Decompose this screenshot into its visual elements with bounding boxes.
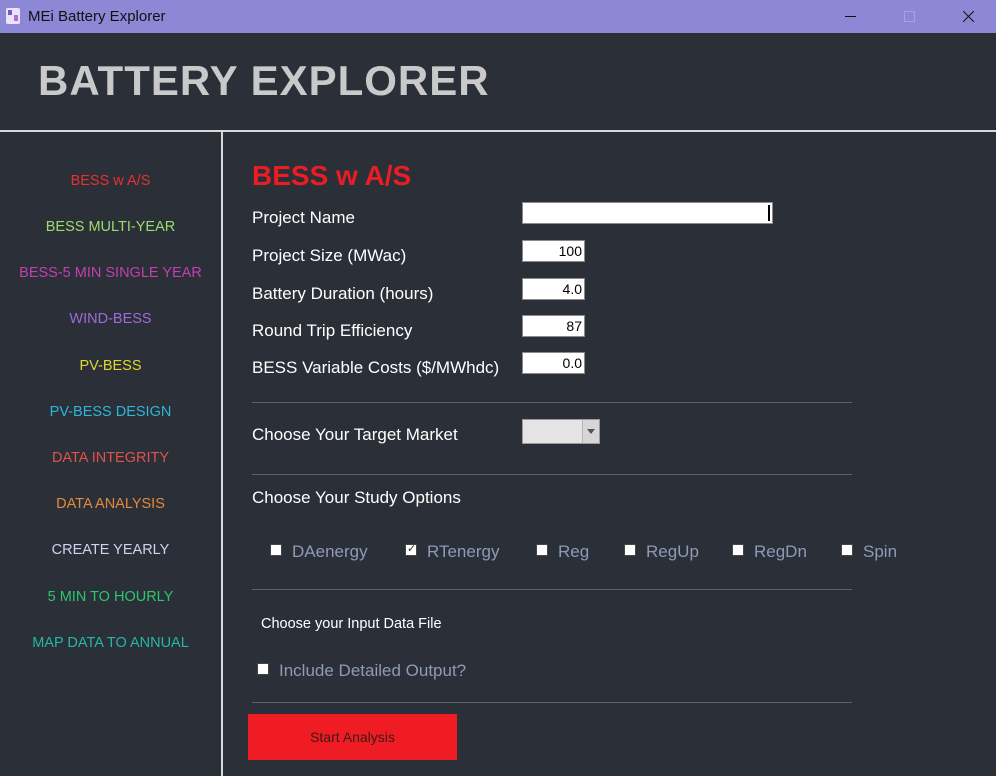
chevron-down-icon[interactable] (582, 420, 599, 443)
study-options-label: Choose Your Study Options (252, 488, 461, 507)
nav-item-wind-bess[interactable]: WIND-BESS (0, 311, 221, 327)
divider (252, 589, 852, 590)
start-analysis-button[interactable]: Start Analysis (248, 714, 457, 760)
variable-costs-label: BESS Variable Costs ($/MWhdc) (252, 358, 500, 377)
variable-costs-input[interactable]: 0.0 (522, 352, 585, 374)
window-title: MEi Battery Explorer (28, 8, 166, 25)
app-icon (6, 8, 20, 24)
divider (252, 402, 852, 403)
text-caret (768, 205, 770, 221)
target-market-select[interactable] (522, 419, 600, 444)
daenergy-checkbox[interactable] (270, 544, 282, 556)
close-button[interactable] (938, 0, 996, 33)
minimize-button[interactable] (820, 0, 878, 33)
battery-duration-input[interactable]: 4.0 (522, 278, 585, 300)
divider (252, 702, 852, 703)
reg-checkbox[interactable] (536, 544, 548, 556)
section-title: BESS w A/S (252, 160, 412, 191)
detailed-output-label: Include Detailed Output? (279, 661, 467, 680)
nav-item-create-yearly[interactable]: CREATE YEARLY (0, 542, 221, 558)
regup-label: RegUp (646, 542, 699, 561)
rtenergy-checkbox[interactable] (405, 542, 417, 556)
nav-item-data-integrity[interactable]: DATA INTEGRITY (0, 450, 221, 466)
regup-checkbox[interactable] (624, 544, 636, 556)
regdn-label: RegDn (754, 542, 807, 561)
input-data-file-button[interactable]: Choose your Input Data File (261, 616, 442, 632)
header-divider (0, 130, 996, 132)
project-name-input[interactable] (522, 202, 773, 224)
sidebar-divider (221, 131, 223, 776)
nav-item-pv-bess-design[interactable]: PV-BESS DESIGN (0, 404, 221, 420)
battery-duration-label: Battery Duration (hours) (252, 284, 434, 303)
nav-item-bess-multi-year[interactable]: BESS MULTI-YEAR (0, 219, 221, 235)
reg-label: Reg (558, 542, 590, 561)
daenergy-label: DAenergy (292, 542, 368, 561)
spin-checkbox[interactable] (841, 544, 853, 556)
project-size-input[interactable]: 100 (522, 240, 585, 262)
round-trip-efficiency-label: Round Trip Efficiency (252, 321, 413, 340)
nav-item-bess-w-as[interactable]: BESS w A/S (0, 173, 221, 189)
detailed-output-checkbox[interactable] (257, 663, 269, 675)
rtenergy-label: RTenergy (427, 542, 500, 561)
regdn-checkbox[interactable] (732, 544, 744, 556)
maximize-button[interactable] (880, 0, 938, 33)
nav-item-5min-to-hourly[interactable]: 5 MIN TO HOURLY (0, 589, 221, 605)
nav-item-pv-bess[interactable]: PV-BESS (0, 358, 221, 374)
spin-label: Spin (863, 542, 898, 561)
project-size-label: Project Size (MWac) (252, 246, 407, 265)
title-bar: MEi Battery Explorer (0, 0, 996, 33)
app-header-title: BATTERY EXPLORER (38, 57, 490, 104)
target-market-label: Choose Your Target Market (252, 425, 458, 444)
nav-item-data-analysis[interactable]: DATA ANALYSIS (0, 496, 221, 512)
divider (252, 474, 852, 475)
nav-item-map-data-to-annual[interactable]: MAP DATA TO ANNUAL (0, 635, 221, 651)
nav-item-bess-5min-single-year[interactable]: BESS-5 MIN SINGLE YEAR (0, 265, 221, 281)
round-trip-efficiency-input[interactable]: 87 (522, 315, 585, 337)
project-name-label: Project Name (252, 208, 355, 227)
